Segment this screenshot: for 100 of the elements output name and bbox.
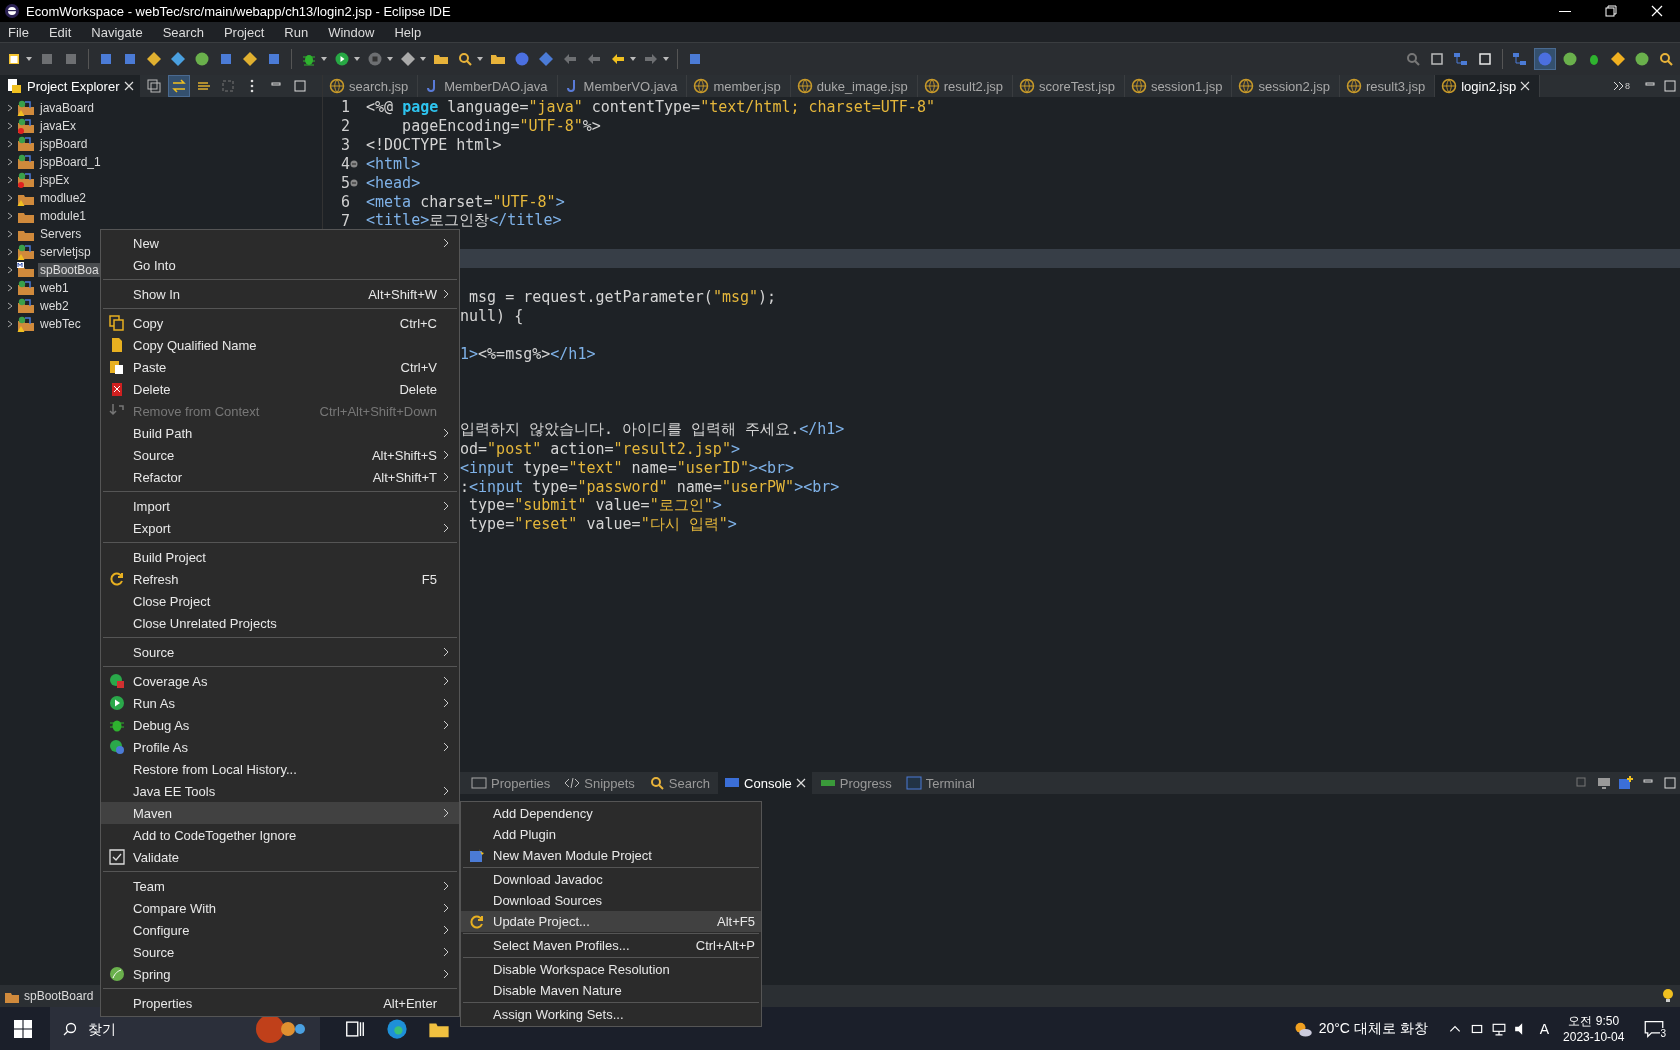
menu-item[interactable]: Configure [101,919,459,941]
clock-time[interactable]: 오전 9:50 [1568,1013,1620,1030]
line-number: 7 [340,211,350,230]
menu-item[interactable]: Properties Alt+Enter [101,992,459,1014]
menu-item[interactable]: Restore from Local History... [101,758,459,780]
menu-item[interactable]: Go Into [101,254,459,276]
tree-item[interactable]: web1 [38,281,71,295]
menu-bar-entry[interactable]: Navigate [89,24,153,40]
menu-item[interactable]: Build Project [101,546,459,568]
panel-tab[interactable]: Search [642,772,717,794]
notification-button[interactable]: 3 [1644,1018,1666,1039]
menu-item[interactable]: Select Maven Profiles... Ctrl+Alt+P [461,935,761,956]
editor-tab[interactable]: duke_image.jsp [790,75,918,97]
line-number: 6 [340,192,350,211]
panel-tab[interactable]: Progress [813,772,898,794]
menu-item[interactable]: Compare With [101,897,459,919]
menu-bar-entry[interactable]: Search [160,24,214,40]
menu-item[interactable]: Disable Workspace Resolution [461,959,761,980]
menu-item[interactable]: Close Project [101,590,459,612]
panel-tab[interactable]: Snippets [558,772,641,794]
tree-item[interactable]: jspBoard_1 [38,155,103,169]
menu-bar-entry[interactable]: Help [392,24,432,40]
tree-item[interactable]: Servers [38,227,84,241]
tree-item[interactable]: jspBoard [38,137,90,151]
window-title: EcomWorkspace - webTec/src/main/webapp/ch13/login2.jsp - Eclipse IDE [26,3,451,19]
menu-item[interactable]: New Maven Module Project [461,845,761,866]
menu-item[interactable]: Download Sources [461,890,761,911]
menu-item[interactable]: Refactor Alt+Shift+T [101,466,459,488]
menu-item[interactable]: Add Plugin [461,824,761,845]
menu-bar-entry[interactable]: Window [326,24,385,40]
menu-bar-entry[interactable]: Edit [46,24,82,40]
menu-item[interactable]: Java EE Tools [101,780,459,802]
menu-item[interactable]: Copy Ctrl+C [101,312,459,334]
menu-item[interactable]: Export [101,517,459,539]
menu-item[interactable]: Debug As [101,714,459,736]
menu-item[interactable]: Source Alt+Shift+S [101,444,459,466]
menu-item[interactable]: Maven [101,802,459,824]
clock-date[interactable]: 2023-10-04 [1563,1030,1625,1044]
menu-item[interactable]: New [101,232,459,254]
tree-item[interactable]: javaBoard [38,101,97,115]
menu-item[interactable]: Paste Ctrl+V [101,356,459,378]
editor-tab[interactable]: result2.jsp [917,75,1013,97]
editor-tab[interactable]: member.jsp [687,75,791,97]
editor-tab[interactable]: MemberVO.java [557,75,688,97]
menu-item[interactable]: Disable Maven Nature [461,980,761,1001]
panel-tab[interactable]: Properties [465,772,557,794]
menu-item[interactable]: Assign Working Sets... [461,1004,761,1025]
code-line: null) { [460,306,524,325]
editor-tab[interactable]: scoreTest.jsp [1013,75,1125,97]
menu-item[interactable]: Show In Alt+Shift+W [101,283,459,305]
menu-item[interactable]: Close Unrelated Projects [101,612,459,634]
tree-item[interactable]: jspEx [38,173,72,187]
hidden-tabs-button[interactable]: 8 [1613,81,1630,91]
code-line: type="submit" value="로그인"> [468,496,722,515]
tree-item[interactable]: web2 [38,299,71,313]
panel-tab[interactable]: Terminal [899,772,981,794]
menu-item[interactable]: Build Path [101,422,459,444]
menu-bar-entry[interactable]: File [6,24,39,40]
panel-title: Project Explorer [27,78,120,94]
menu-item[interactable]: Update Project... Alt+F5 [461,911,761,932]
menu-item[interactable]: Validate [101,846,459,868]
project-explorer-tab[interactable]: Project Explorer [0,75,141,97]
menu-bar-entry[interactable]: Run [282,24,319,40]
code-line: type="reset" value="다시 입력"> [468,515,737,534]
menu-item[interactable]: Refresh F5 [101,568,459,590]
editor-tab[interactable]: session2.jsp [1232,75,1340,97]
panel-tab[interactable]: Console [718,772,812,794]
menu-item[interactable]: Copy Qualified Name [101,334,459,356]
line-number: 2 [340,116,350,135]
menu-item[interactable]: Spring [101,963,459,985]
tree-item[interactable]: webTec [38,317,83,331]
code-line: 입력하지 않았습니다. 아이디를 입력해 주세요.</h1> [460,420,845,439]
menu-item[interactable]: Delete Delete [101,378,459,400]
weather-text[interactable]: 20°C 대체로 화창 [1318,1019,1428,1038]
menu-item[interactable]: Download Javadoc [461,869,761,890]
menu-item[interactable]: Add Dependency [461,803,761,824]
menu-item[interactable]: Coverage As [101,670,459,692]
input-mode-indicator[interactable]: A [1539,1020,1550,1037]
tree-item[interactable]: spBootBoa [38,263,101,277]
menu-item[interactable]: Run As [101,692,459,714]
editor-tab[interactable]: session1.jsp [1124,75,1233,97]
menu-item[interactable]: Source [101,641,459,663]
editor-tab[interactable]: login2.jsp [1435,75,1541,97]
menu-item[interactable]: Source [101,941,459,963]
editor-tab[interactable]: MemberDAO.java [418,75,558,97]
code-line: <head> [366,173,421,192]
code-line: <%@ page language="java" contentType="text/html; charset=UTF-8" [366,97,935,116]
editor-tab[interactable]: search.jsp [323,75,419,97]
code-line: msg = request.getParameter("msg"); [468,287,777,306]
menu-item[interactable]: Add to CodeTogether Ignore [101,824,459,846]
tree-item[interactable]: servletjsp [38,245,93,259]
menu-item[interactable]: Team [101,875,459,897]
code-line: 1><%=msg%></h1> [460,344,596,363]
tree-item[interactable]: module1 [38,209,89,223]
tree-item[interactable]: modlue2 [38,191,89,205]
search-field[interactable]: 찾기 [86,1019,240,1038]
tree-item[interactable]: javaEx [38,119,79,133]
menu-item[interactable]: Import [101,495,459,517]
menu-bar-entry[interactable]: Project [221,24,275,40]
menu-item[interactable]: Profile As [101,736,459,758]
